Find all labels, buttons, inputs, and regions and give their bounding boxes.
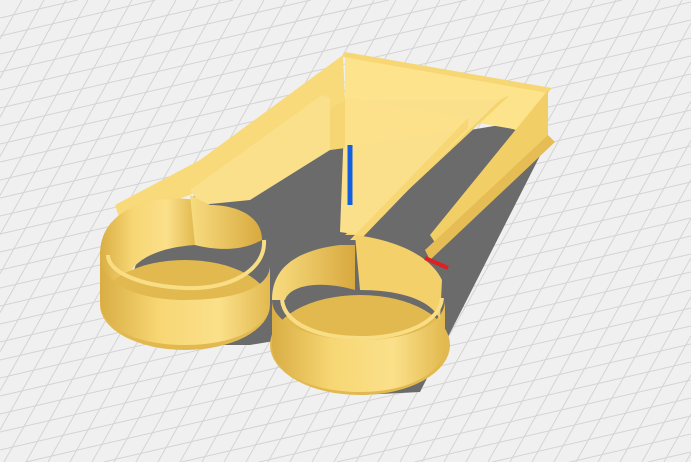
grid-line	[685, 452, 691, 462]
grid-line	[619, 335, 691, 462]
grid-line	[0, 0, 133, 235]
grid-line	[0, 0, 111, 196]
grid-line	[0, 0, 89, 157]
grid-line	[0, 0, 234, 55]
grid-line	[0, 0, 156, 37]
grid-line	[641, 374, 691, 462]
grid-line	[647, 451, 691, 462]
viewport-canvas[interactable]	[0, 0, 691, 462]
grid-line	[0, 0, 312, 73]
grid-line	[569, 433, 691, 462]
grid-line	[531, 179, 691, 462]
grid-line	[414, 397, 691, 462]
3d-viewport[interactable]	[0, 0, 691, 462]
grid-line	[0, 0, 78, 19]
grid-line	[553, 218, 691, 462]
grid-line	[575, 257, 691, 462]
grid-line	[492, 415, 691, 462]
